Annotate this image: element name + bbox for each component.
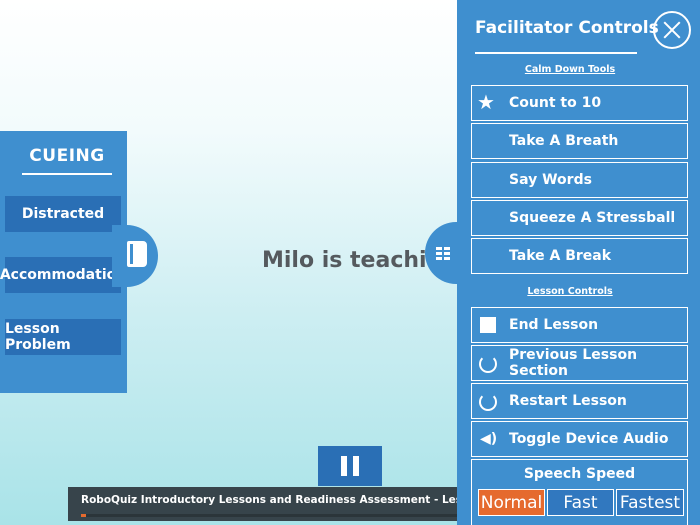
end-lesson-button[interactable]: End Lesson xyxy=(471,307,688,343)
pause-icon xyxy=(341,456,347,476)
take-a-breath-label: Take A Breath xyxy=(509,133,619,149)
speed-fastest-button[interactable]: Fastest xyxy=(616,489,684,516)
restart-icon xyxy=(479,393,497,411)
speed-fast-button[interactable]: Fast xyxy=(547,489,614,516)
lesson-controls-label: Lesson Controls xyxy=(527,286,613,297)
take-a-break-button[interactable]: Take A Break xyxy=(471,238,688,274)
toggle-device-audio-button[interactable]: ◀) Toggle Device Audio xyxy=(471,421,688,457)
restart-lesson-label: Restart Lesson xyxy=(509,393,627,409)
grid-icon xyxy=(436,247,450,261)
say-words-button[interactable]: Say Words xyxy=(471,162,688,198)
end-lesson-label: End Lesson xyxy=(509,317,599,333)
close-icon[interactable] xyxy=(653,11,691,49)
cueing-divider xyxy=(22,173,112,175)
previous-lesson-section-button[interactable]: Previous Lesson Section xyxy=(471,345,688,381)
take-a-break-label: Take A Break xyxy=(509,248,612,264)
cueing-title: CUEING xyxy=(29,146,105,166)
panel-title-divider xyxy=(475,52,637,54)
restart-lesson-button[interactable]: Restart Lesson xyxy=(471,383,688,419)
lesson-progress-fill xyxy=(81,514,86,517)
say-words-label: Say Words xyxy=(509,172,592,188)
stop-icon xyxy=(480,317,496,333)
pause-icon xyxy=(353,456,359,476)
squeeze-stressball-label: Squeeze A Stressball xyxy=(509,210,676,226)
toggle-device-audio-label: Toggle Device Audio xyxy=(509,431,669,447)
star-icon: ★ xyxy=(477,90,495,114)
panel-title: Facilitator Controls xyxy=(475,18,659,38)
book-icon xyxy=(127,241,147,267)
squeeze-stressball-button[interactable]: Squeeze A Stressball xyxy=(471,200,688,236)
calm-tools-label: Calm Down Tools xyxy=(524,64,616,75)
previous-lesson-section-label: Previous Lesson Section xyxy=(509,347,638,379)
count-to-10-label: Count to 10 xyxy=(509,95,602,111)
speech-speed-title: Speech Speed xyxy=(523,466,636,482)
speed-normal-button[interactable]: Normal xyxy=(478,489,545,516)
take-a-breath-button[interactable]: Take A Breath xyxy=(471,123,688,159)
cue-lesson-problem-button[interactable]: Lesson Problem xyxy=(5,319,121,355)
count-to-10-button[interactable]: ★ Count to 10 xyxy=(471,85,688,121)
speaker-icon: ◀) xyxy=(480,431,498,447)
cue-distracted-button[interactable]: Distracted xyxy=(5,196,121,232)
pause-button[interactable] xyxy=(318,446,382,486)
cue-accommodation-button[interactable]: Accommodation xyxy=(0,257,126,293)
previous-icon xyxy=(479,355,497,373)
